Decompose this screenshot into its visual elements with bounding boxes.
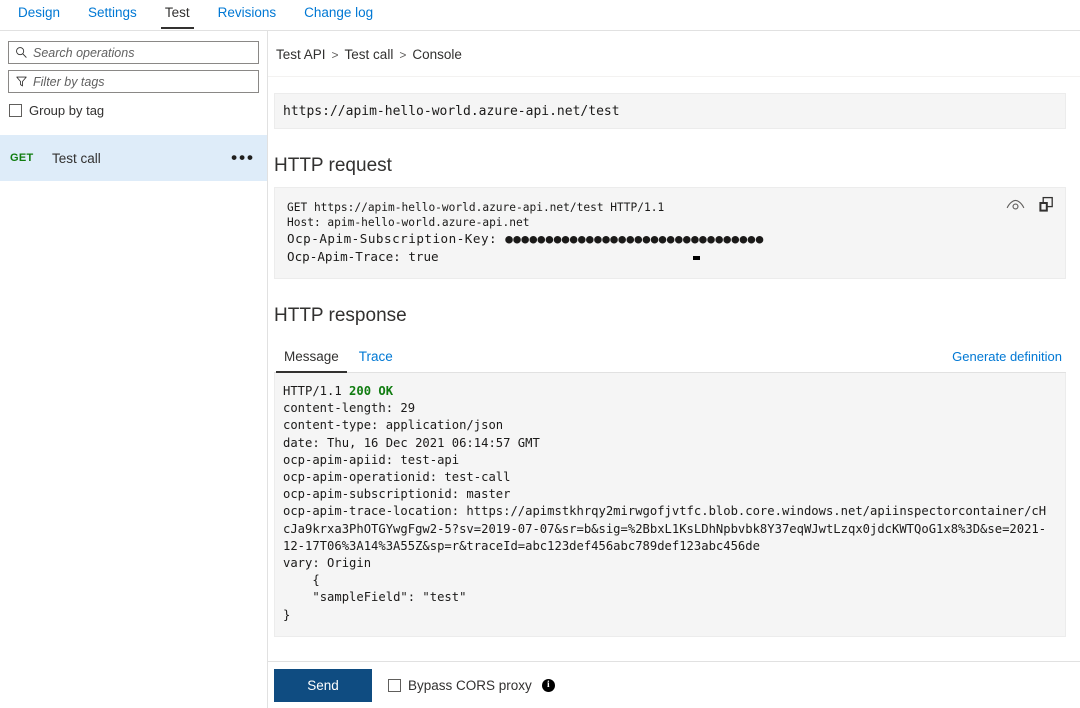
breadcrumb-separator: > — [331, 48, 339, 62]
search-operations-field[interactable] — [8, 41, 259, 64]
operations-sidebar: Group by tag GET Test call ••• — [0, 31, 268, 708]
breadcrumb-item-test-call[interactable]: Test call — [345, 47, 394, 62]
group-by-tag-label: Group by tag — [29, 103, 105, 118]
response-tab-bar: Message Trace Generate definition — [274, 345, 1066, 373]
eye-icon[interactable] — [1006, 198, 1025, 212]
group-by-tag-checkbox[interactable] — [9, 104, 22, 117]
response-header-content-length: content-length: 29 — [283, 401, 416, 416]
response-header-apiid: ocp-apim-apiid: test-api — [283, 452, 460, 467]
group-by-tag-toggle[interactable]: Group by tag — [9, 103, 267, 118]
filter-by-tags-field[interactable] — [8, 70, 259, 93]
request-line-trace: Ocp-Apim-Trace: true — [287, 249, 439, 264]
search-icon — [9, 46, 33, 59]
breadcrumb-item-test-api[interactable]: Test API — [276, 47, 326, 62]
tab-settings[interactable]: Settings — [74, 0, 151, 29]
response-body-box: HTTP/1.1 200 OK content-length: 29 conten… — [274, 373, 1066, 637]
operation-context-menu-icon[interactable]: ••• — [231, 149, 255, 166]
generate-definition-link[interactable]: Generate definition — [952, 349, 1066, 373]
breadcrumb-item-console: Console — [412, 47, 462, 62]
bypass-cors-toggle[interactable]: Bypass CORS proxy i — [388, 678, 555, 693]
breadcrumb-separator: > — [399, 48, 407, 62]
response-header-trace-location: ocp-apim-trace-location: https://apimstk… — [283, 504, 1047, 553]
response-status-code: 200 OK — [349, 384, 394, 398]
breadcrumb: Test API > Test call > Console — [268, 31, 1080, 62]
operations-list: GET Test call ••• — [0, 135, 267, 181]
send-button[interactable]: Send — [274, 668, 372, 702]
http-request-box: GET https://apim-hello-world.azure-api.n… — [274, 187, 1066, 279]
response-body-line-open: { — [283, 573, 320, 588]
response-header-date: date: Thu, 16 Dec 2021 06:14:57 GMT — [283, 435, 540, 450]
console-footer: Send Bypass CORS proxy i — [268, 661, 1080, 708]
operation-row-test-call[interactable]: GET Test call ••• — [0, 135, 267, 181]
response-header-operationid: ocp-apim-operationid: test-call — [283, 470, 511, 485]
request-line-host: Host: apim-hello-world.azure-api.net — [287, 216, 530, 229]
bypass-cors-label: Bypass CORS proxy — [408, 677, 532, 693]
operation-name-label: Test call — [52, 150, 101, 166]
request-actions — [1006, 196, 1055, 214]
http-response-heading: HTTP response — [274, 305, 407, 326]
request-url-bar[interactable]: https://apim-hello-world.azure-api.net/t… — [274, 93, 1066, 129]
filter-icon — [9, 75, 33, 88]
tab-trace[interactable]: Trace — [349, 345, 403, 373]
api-tab-bar: Design Settings Test Revisions Change lo… — [0, 0, 1080, 31]
response-header-content-type: content-type: application/json — [283, 418, 504, 433]
breadcrumb-divider — [268, 76, 1080, 77]
console-inner: https://apim-hello-world.azure-api.net/t… — [268, 93, 1080, 637]
response-body-line-field: "sampleField": "test" — [283, 590, 467, 605]
filter-input[interactable] — [33, 74, 258, 89]
response-body-line-close: } — [283, 607, 291, 622]
page-body: Group by tag GET Test call ••• Test API … — [0, 31, 1080, 708]
copy-icon[interactable] — [1037, 196, 1055, 214]
response-status-prefix: HTTP/1.1 — [283, 384, 350, 398]
request-line-subscription-key: Ocp-Apim-Subscription-Key: ●●●●●●●●●●●●●… — [287, 231, 764, 246]
http-request-heading: HTTP request — [274, 155, 392, 176]
text-cursor-artifact — [693, 256, 700, 260]
response-header-vary: vary: Origin — [283, 556, 372, 571]
tab-change-log[interactable]: Change log — [290, 0, 387, 29]
search-input[interactable] — [33, 45, 258, 60]
tab-revisions[interactable]: Revisions — [204, 0, 291, 29]
request-url-text: https://apim-hello-world.azure-api.net/t… — [283, 103, 620, 119]
tab-design[interactable]: Design — [4, 0, 74, 29]
request-line-method: GET https://apim-hello-world.azure-api.n… — [287, 201, 665, 214]
tab-test[interactable]: Test — [151, 0, 204, 29]
console-panel: Test API > Test call > Console https://a… — [268, 31, 1080, 708]
tab-message[interactable]: Message — [274, 345, 349, 373]
info-icon[interactable]: i — [541, 678, 555, 692]
response-header-subscriptionid: ocp-apim-subscriptionid: master — [283, 487, 511, 502]
bypass-cors-checkbox[interactable] — [388, 678, 401, 692]
operation-method-badge: GET — [10, 152, 34, 164]
